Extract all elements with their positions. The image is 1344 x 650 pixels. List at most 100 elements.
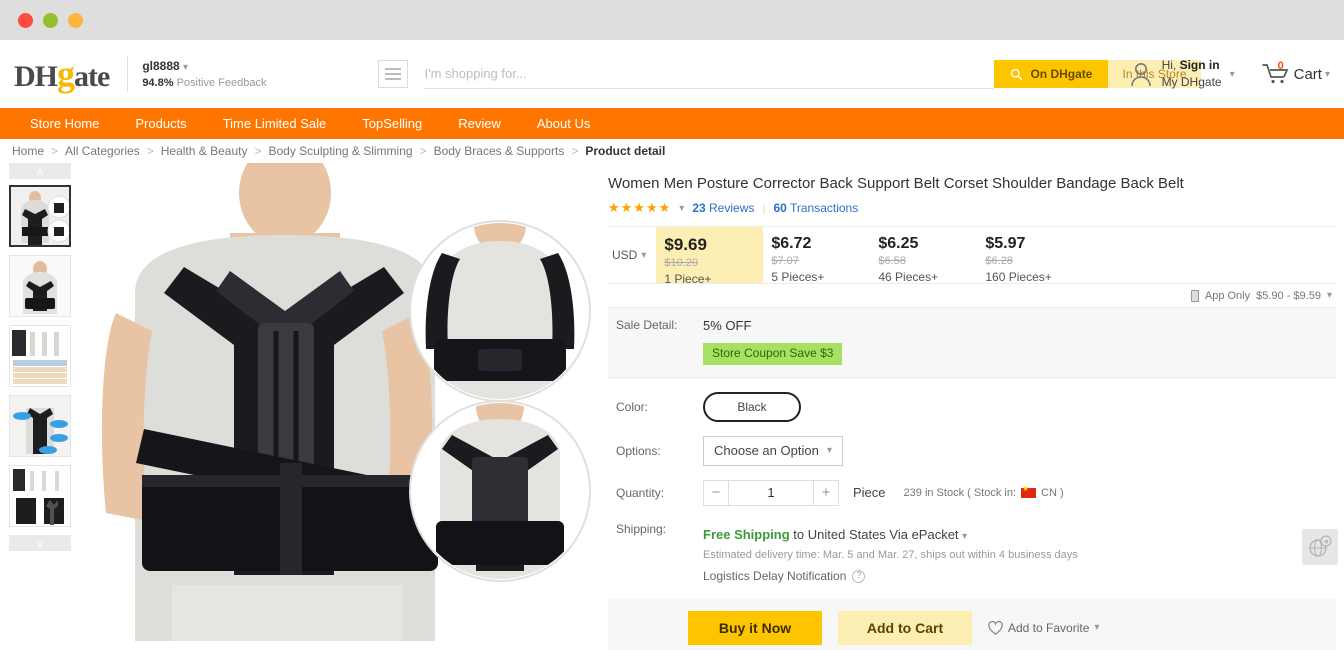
quantity-row: Quantity: − + Piece 239 in Stock ( Stock… — [608, 466, 1336, 506]
breadcrumb-home[interactable]: Home — [12, 144, 44, 158]
nav-item-store-home[interactable]: Store Home — [12, 108, 117, 139]
buy-it-now-button[interactable]: Buy it Now — [688, 610, 822, 645]
shipping-method[interactable]: Free Shipping to United States Via ePack… — [703, 524, 1078, 547]
store-coupon-badge[interactable]: Store Coupon Save $3 — [703, 343, 843, 365]
price-tier-4[interactable]: $5.97 $6.28 160 Pieces+ — [977, 227, 1084, 284]
thumbnail-5[interactable] — [9, 465, 71, 527]
price-tier-4-qty: 160 Pieces+ — [985, 269, 1052, 284]
mobile-phone-icon — [1190, 289, 1199, 302]
price-tier-1[interactable]: $9.69 $10.20 1 Piece+ — [656, 227, 764, 286]
cart-button[interactable]: 0 Cart ▾ — [1261, 60, 1330, 86]
nav-item-topselling[interactable]: TopSelling — [344, 108, 440, 139]
price-tier-2[interactable]: $6.72 $7.07 5 Pieces+ — [763, 227, 870, 284]
store-name-text: gl8888 — [142, 58, 180, 73]
posture-brace-size-chart-icon — [10, 326, 70, 386]
currency-selector[interactable]: USD ▾ — [608, 227, 656, 283]
breadcrumb-separator: > — [419, 144, 427, 158]
options-row: Options: Choose an Option ▾ — [608, 422, 1336, 466]
app-only-label: App Only — [1204, 289, 1251, 302]
stock-country-text: CN ) — [1041, 486, 1064, 499]
nav-item-time-limited-sale[interactable]: Time Limited Sale — [205, 108, 345, 139]
gallery-scroll-up-button[interactable]: ∧ — [9, 163, 71, 179]
gallery-scroll-down-button[interactable]: ∨ — [9, 535, 71, 551]
price-tier-1-price: $9.69 — [664, 235, 707, 254]
breadcrumb-all-categories[interactable]: All Categories — [65, 144, 140, 158]
transactions-count: 60 — [773, 201, 787, 215]
reviews-link[interactable]: 23 Reviews — [692, 201, 754, 215]
product-main: ∧ ∨ Women Men Posture Corrector Back Sup… — [0, 163, 1344, 650]
shipping-row: Shipping: Free Shipping to United States… — [608, 506, 1336, 587]
close-window-button[interactable] — [18, 12, 33, 28]
breadcrumb-current: Product detail — [585, 144, 666, 158]
logistics-delay-notice[interactable]: Logistics Delay Notification ? — [703, 566, 1078, 587]
sale-detail-label: Sale Detail: — [616, 318, 678, 332]
account-menu[interactable]: Hi, Sign in My DHgate ▾ — [1128, 57, 1235, 92]
site-header: DHgate gl8888 ▾ 94.8% Positive Feedback … — [0, 40, 1344, 108]
price-tier-3-qty: 46 Pieces+ — [878, 269, 939, 284]
logo-ate: ate — [74, 60, 110, 93]
chevron-down-icon: ▾ — [641, 249, 647, 261]
nav-item-products[interactable]: Products — [117, 108, 204, 139]
signin-link[interactable]: Sign in — [1180, 58, 1220, 72]
product-info-panel: Women Men Posture Corrector Back Support… — [600, 163, 1344, 650]
product-hero-image[interactable] — [80, 163, 600, 641]
quantity-decrease-button[interactable]: − — [703, 479, 729, 506]
chevron-down-icon[interactable]: ▾ — [679, 203, 684, 214]
price-tier-2-price: $6.72 — [771, 235, 812, 252]
price-tier-3[interactable]: $6.25 $6.58 46 Pieces+ — [870, 227, 977, 284]
chevron-down-icon: ▾ — [1324, 68, 1330, 80]
sale-detail-body: 5% OFF Store Coupon Save $3 — [703, 318, 843, 365]
account-text: Hi, Sign in My DHgate — [1162, 57, 1222, 92]
color-swatch-black[interactable]: Black — [703, 391, 801, 422]
shipping-estimate: Estimated delivery time: Mar. 5 and Mar.… — [703, 549, 1078, 562]
shipping-destination: to United States Via ePacket — [793, 526, 959, 542]
store-name[interactable]: gl8888 ▾ — [142, 57, 266, 75]
app-only-row[interactable]: App Only $5.90 - $9.59 ▾ — [608, 284, 1336, 308]
price-tier-2-qty: 5 Pieces+ — [771, 269, 825, 284]
add-to-cart-button[interactable]: Add to Cart — [838, 610, 972, 645]
free-shipping-label: Free Shipping — [703, 526, 790, 542]
chevron-down-icon: ▾ — [1229, 68, 1235, 80]
globe-airplane-icon — [1309, 535, 1332, 557]
add-to-favorite-button[interactable]: Add to Favorite ▾ — [988, 620, 1099, 635]
transactions-link[interactable]: 60 Transactions — [774, 201, 859, 215]
dhgate-logo[interactable]: DHgate — [14, 56, 129, 93]
help-question-icon[interactable]: ? — [852, 569, 866, 583]
heart-icon — [988, 620, 1003, 635]
quantity-input[interactable] — [729, 479, 813, 506]
search-dhgate-button[interactable]: On DHgate — [994, 60, 1109, 88]
stock-info: 239 in Stock ( Stock in: CN ) — [903, 485, 1064, 499]
quantity-increase-button[interactable]: + — [813, 479, 839, 506]
store-feedback: 94.8% Positive Feedback — [142, 75, 266, 92]
breadcrumb-health-beauty[interactable]: Health & Beauty — [161, 144, 248, 158]
international-shipping-button[interactable] — [1302, 529, 1338, 565]
cart-count-badge: 0 — [1277, 60, 1284, 72]
minimize-window-button[interactable] — [43, 12, 58, 28]
nav-item-review[interactable]: Review — [440, 108, 519, 139]
currency-label: USD — [612, 248, 638, 262]
transactions-label: Transactions — [789, 201, 859, 215]
posture-brace-variants-icon — [10, 466, 70, 526]
maximize-window-button[interactable] — [68, 12, 83, 28]
quantity-unit: Piece — [853, 485, 886, 501]
search-input[interactable] — [424, 59, 995, 89]
options-label: Options: — [616, 443, 661, 458]
price-tier-3-was: $6.58 — [878, 255, 906, 267]
nav-item-about-us[interactable]: About Us — [519, 108, 608, 139]
options-select[interactable]: Choose an Option ▾ — [703, 435, 843, 466]
posture-brace-back-view-icon — [11, 187, 69, 245]
thumbnail-2[interactable] — [9, 255, 71, 317]
thumbnail-gallery: ∧ ∨ — [0, 163, 80, 641]
thumbnail-4[interactable] — [9, 395, 71, 457]
breadcrumb-body-sculpting[interactable]: Body Sculpting & Slimming — [268, 144, 412, 158]
price-tier-1-was: $10.20 — [664, 257, 699, 269]
breadcrumb-body-braces[interactable]: Body Braces & Supports — [434, 144, 565, 158]
sale-discount: 5% OFF — [703, 318, 752, 333]
thumbnail-1[interactable] — [9, 185, 71, 247]
breadcrumb-separator: > — [571, 144, 579, 158]
thumbnail-3[interactable] — [9, 325, 71, 387]
greeting-label: Hi, — [1161, 57, 1177, 72]
stock-count-text: 239 in Stock ( Stock in: — [903, 486, 1017, 499]
category-menu-icon[interactable] — [378, 60, 409, 88]
price-tier-4-price: $5.97 — [985, 235, 1026, 252]
